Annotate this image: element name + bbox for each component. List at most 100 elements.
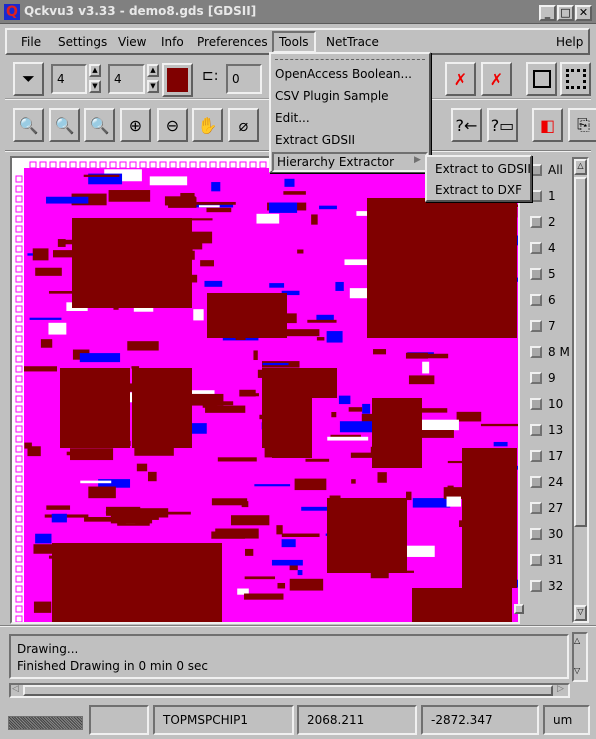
scroll-down-arrow[interactable]: ▽: [574, 666, 580, 675]
level-max-up[interactable]: ▲: [147, 64, 159, 77]
layout-block: [60, 368, 130, 448]
zoom-button[interactable]: 🔍: [49, 108, 80, 142]
square-icon: [532, 70, 551, 88]
menu-item-csv-plugin[interactable]: CSV Plugin Sample: [275, 89, 389, 103]
menu-item-edit[interactable]: Edit...: [275, 111, 310, 125]
level-max-field[interactable]: 4: [108, 64, 145, 94]
delete-polygon-button[interactable]: ✗: [445, 62, 476, 96]
menu-tools[interactable]: Tools: [272, 31, 316, 53]
layer-checkbox[interactable]: [530, 320, 542, 332]
layer-checkbox[interactable]: [530, 216, 542, 228]
message-scrollbar[interactable]: △ ▽: [572, 632, 588, 682]
tear-off-line[interactable]: [275, 59, 425, 60]
fill-color-button[interactable]: [162, 63, 193, 97]
filter-button[interactable]: ⏷: [13, 62, 44, 96]
minimize-button[interactable]: _: [539, 5, 556, 21]
io-pad: [69, 161, 77, 169]
menu-view[interactable]: View: [112, 32, 152, 54]
scroll-thumb[interactable]: [574, 177, 587, 527]
message-hscrollbar[interactable]: ◁ ▷: [9, 683, 570, 698]
layer-checkbox[interactable]: [530, 242, 542, 254]
layout-canvas[interactable]: [10, 156, 520, 624]
layer-checkbox[interactable]: [530, 450, 542, 462]
print-button[interactable]: ⎘: [568, 108, 596, 142]
layout-block: [132, 368, 192, 448]
scroll-up-arrow[interactable]: △: [574, 159, 587, 175]
query-window-button[interactable]: ?▭: [487, 108, 518, 142]
menu-preferences[interactable]: Preferences: [191, 32, 274, 54]
layout-shape: [110, 514, 153, 524]
layer-checkbox[interactable]: [530, 528, 542, 540]
layer-color-button[interactable]: ◧: [532, 108, 563, 142]
layer-checkbox[interactable]: [530, 398, 542, 410]
layout-shape: [24, 366, 58, 372]
hand-icon: ✋: [197, 115, 218, 135]
layout-shape: [493, 441, 508, 447]
layout-shape: [46, 505, 71, 510]
level-min-field[interactable]: 4: [51, 64, 87, 94]
layer-checkbox[interactable]: [530, 372, 542, 384]
status-empty: [89, 705, 149, 735]
zoom-12-button[interactable]: 🔍: [84, 108, 115, 142]
menu-nettrace[interactable]: NetTrace: [320, 32, 385, 54]
io-pad: [15, 395, 23, 403]
layer-checkbox[interactable]: [530, 554, 542, 566]
io-pad: [15, 215, 23, 223]
scroll-left-arrow[interactable]: ◁: [12, 684, 19, 694]
measure-button[interactable]: ⌀: [228, 108, 259, 142]
menu-help[interactable]: Help: [550, 32, 589, 54]
layout-shape: [205, 401, 234, 406]
zoom-home-button[interactable]: 🔍: [13, 108, 44, 142]
scroll-right-arrow[interactable]: ▷: [557, 684, 564, 694]
menu-file[interactable]: File: [15, 32, 47, 54]
hierarchy-depth-field[interactable]: 0: [226, 64, 262, 94]
io-pad: [15, 345, 23, 353]
layout-shape: [244, 576, 276, 580]
canvas-resize-handle[interactable]: [514, 604, 524, 614]
delete-grid-button[interactable]: ✗: [481, 62, 512, 96]
layer-checkbox[interactable]: [530, 476, 542, 488]
level-min-down[interactable]: ▼: [89, 80, 101, 93]
menu-item-hierarchy-extractor[interactable]: Hierarchy Extractor ▶: [272, 152, 428, 172]
io-pad: [129, 161, 137, 169]
layer-checkbox[interactable]: [530, 294, 542, 306]
query-box-icon: ?▭: [490, 115, 515, 135]
menu-info[interactable]: Info: [155, 32, 190, 54]
polygon-x-icon: ✗: [453, 69, 468, 89]
layer-label: 9: [548, 371, 556, 385]
query-back-button[interactable]: ?←: [451, 108, 482, 142]
layer-checkbox[interactable]: [530, 346, 542, 358]
zoom-12-icon: 🔍: [89, 115, 110, 135]
layer-checkbox[interactable]: [530, 424, 542, 436]
close-button[interactable]: ✕: [575, 5, 592, 21]
scroll-up-arrow[interactable]: △: [574, 636, 580, 645]
menu-item-extract-to-dxf[interactable]: Extract to DXF: [435, 183, 522, 197]
level-max-down[interactable]: ▼: [147, 80, 159, 93]
io-pad: [239, 161, 247, 169]
pan-button[interactable]: ✋: [192, 108, 223, 142]
menu-item-extract-to-gdsii[interactable]: Extract to GDSII: [435, 162, 531, 176]
dotted-mode-button[interactable]: [560, 62, 591, 96]
scroll-down-arrow[interactable]: ▽: [574, 605, 587, 621]
layout-shape: [83, 174, 120, 177]
level-min-up[interactable]: ▲: [89, 64, 101, 77]
layer-scrollbar[interactable]: △ ▽: [572, 157, 589, 623]
menu-item-extract-gdsii[interactable]: Extract GDSII: [275, 133, 355, 147]
layer-checkbox[interactable]: [530, 502, 542, 514]
layout-shape: [326, 331, 343, 343]
layer-checkbox[interactable]: [530, 580, 542, 592]
layout-shape: [200, 260, 214, 267]
layer-label: 2: [548, 215, 556, 229]
layer-checkbox[interactable]: [530, 268, 542, 280]
outline-mode-button[interactable]: [526, 62, 557, 96]
menu-item-openaccess-boolean[interactable]: OpenAccess Boolean...: [275, 67, 412, 81]
zoom-out-button[interactable]: ⊖: [157, 108, 188, 142]
layout-block: [372, 398, 422, 468]
io-pad: [49, 161, 57, 169]
menu-settings[interactable]: Settings: [52, 32, 113, 54]
tools-menu: OpenAccess Boolean... CSV Plugin Sample …: [269, 52, 431, 173]
zoom-in-button[interactable]: ⊕: [120, 108, 151, 142]
layer-label: 10: [548, 397, 564, 411]
maximize-button[interactable]: □: [557, 5, 574, 21]
hscroll-thumb[interactable]: [23, 685, 553, 696]
